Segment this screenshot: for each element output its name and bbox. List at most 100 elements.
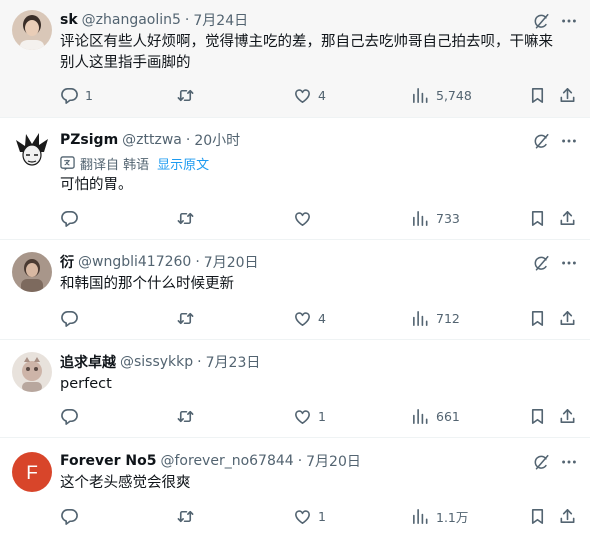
retweet-button[interactable]: [176, 406, 201, 426]
views-bar-icon: [411, 507, 430, 526]
display-name[interactable]: 衍: [60, 252, 74, 272]
reply-button[interactable]: [60, 308, 85, 328]
more-icon[interactable]: [560, 132, 578, 150]
display-name[interactable]: PZsigm: [60, 132, 118, 148]
display-name[interactable]: sk: [60, 12, 78, 28]
tweet[interactable]: 衍 @wngbli417260 · 7月20日 和韩国的那个什么时候更新 4 7…: [0, 240, 590, 340]
bookmark-icon: [528, 209, 547, 228]
tweet-header: PZsigm @zttzwa · 20小时: [60, 130, 530, 150]
tweet-text: 可怕的胃。: [60, 175, 560, 196]
bookmark-button[interactable]: [528, 308, 547, 328]
reply-button[interactable]: 1: [60, 85, 93, 105]
avatar[interactable]: F: [12, 452, 52, 492]
user-handle[interactable]: @zttzwa: [122, 132, 182, 148]
reply-icon: [60, 86, 79, 105]
tweet-header: 追求卓越 @sissykkp · 7月23日: [60, 352, 530, 372]
views-bar-icon: [411, 209, 430, 228]
user-handle[interactable]: @zhangaolin5: [82, 12, 181, 28]
view-count: 661: [436, 408, 460, 424]
views-button[interactable]: 712: [411, 308, 460, 328]
bookmark-button[interactable]: [528, 506, 547, 526]
views-button[interactable]: 1.1万: [411, 506, 468, 526]
more-icon[interactable]: [560, 453, 578, 471]
like-count: 1: [318, 508, 326, 524]
views-button[interactable]: 5,748: [411, 85, 472, 105]
heart-icon: [293, 407, 312, 426]
heart-icon: [293, 209, 312, 228]
retweet-button[interactable]: [176, 506, 201, 526]
share-button[interactable]: [558, 85, 577, 105]
heart-icon: [293, 86, 312, 105]
views-bar-icon: [411, 407, 430, 426]
retweet-icon: [176, 86, 195, 105]
display-name[interactable]: Forever No5: [60, 453, 157, 469]
share-button[interactable]: [558, 506, 577, 526]
tweet[interactable]: PZsigm @zttzwa · 20小时 翻译自 韩语 显示原文 可怕的胃。: [0, 118, 590, 240]
user-handle[interactable]: @sissykkp: [120, 354, 193, 370]
grok-icon[interactable]: [532, 132, 550, 150]
timestamp[interactable]: 7月23日: [206, 352, 261, 372]
reply-icon: [60, 209, 79, 228]
tweet[interactable]: sk @zhangaolin5 · 7月24日 评论区有些人好烦啊，觉得博主吃的…: [0, 0, 590, 118]
view-count: 1.1万: [436, 509, 469, 525]
timestamp[interactable]: 7月20日: [306, 451, 361, 471]
retweet-button[interactable]: [176, 85, 201, 105]
like-button[interactable]: 4: [293, 85, 326, 105]
share-icon: [558, 507, 577, 526]
display-name[interactable]: 追求卓越: [60, 352, 116, 372]
timestamp[interactable]: 7月24日: [193, 10, 248, 30]
grok-icon[interactable]: [532, 254, 550, 272]
tweet-text: 评论区有些人好烦啊，觉得博主吃的差，那自己去吃帅哥自己拍去呗，干嘛来 别人这里指…: [60, 32, 560, 74]
tweet-text-line: perfect: [60, 376, 112, 392]
separator-dot: ·: [185, 132, 191, 148]
reply-button[interactable]: [60, 208, 85, 228]
bookmark-button[interactable]: [528, 406, 547, 426]
grok-icon[interactable]: [532, 12, 550, 30]
retweet-icon: [176, 407, 195, 426]
timestamp[interactable]: 20小时: [194, 130, 240, 150]
view-count: 712: [436, 310, 460, 326]
avatar[interactable]: [12, 252, 52, 292]
tweet[interactable]: 追求卓越 @sissykkp · 7月23日 perfect 1 661: [0, 340, 590, 438]
bookmark-button[interactable]: [528, 85, 547, 105]
avatar[interactable]: [12, 10, 52, 50]
tweet[interactable]: F Forever No5 @forever_no67844 · 7月20日 这…: [0, 438, 590, 540]
avatar-letter: F: [26, 463, 38, 484]
bookmark-icon: [528, 407, 547, 426]
avatar[interactable]: [12, 352, 52, 392]
tweet-text: perfect: [60, 374, 560, 395]
retweet-button[interactable]: [176, 208, 201, 228]
more-icon[interactable]: [560, 12, 578, 30]
retweet-button[interactable]: [176, 308, 201, 328]
reply-button[interactable]: [60, 406, 85, 426]
timestamp[interactable]: 7月20日: [204, 252, 259, 272]
reply-button[interactable]: [60, 506, 85, 526]
retweet-icon: [176, 209, 195, 228]
avatar[interactable]: [12, 130, 52, 170]
share-button[interactable]: [558, 308, 577, 328]
like-button[interactable]: 1: [293, 506, 326, 526]
views-bar-icon: [411, 86, 430, 105]
tweet-header: Forever No5 @forever_no67844 · 7月20日: [60, 451, 530, 471]
like-button[interactable]: 1: [293, 406, 326, 426]
like-button[interactable]: [293, 208, 318, 228]
more-icon[interactable]: [560, 254, 578, 272]
views-button[interactable]: 661: [411, 406, 460, 426]
share-icon: [558, 86, 577, 105]
like-count: 4: [318, 87, 326, 103]
like-count: 4: [318, 310, 326, 326]
user-handle[interactable]: @wngbli417260: [78, 254, 191, 270]
share-button[interactable]: [558, 406, 577, 426]
action-bar: 733: [0, 208, 590, 228]
reply-icon: [60, 407, 79, 426]
user-handle[interactable]: @forever_no67844: [161, 453, 294, 469]
like-button[interactable]: 4: [293, 308, 326, 328]
bookmark-button[interactable]: [528, 208, 547, 228]
retweet-icon: [176, 507, 195, 526]
tweet-text-line: 可怕的胃。: [60, 177, 133, 193]
views-bar-icon: [411, 309, 430, 328]
share-button[interactable]: [558, 208, 577, 228]
show-original-link[interactable]: 显示原文: [157, 154, 209, 173]
views-button[interactable]: 733: [411, 208, 460, 228]
grok-icon[interactable]: [532, 453, 550, 471]
